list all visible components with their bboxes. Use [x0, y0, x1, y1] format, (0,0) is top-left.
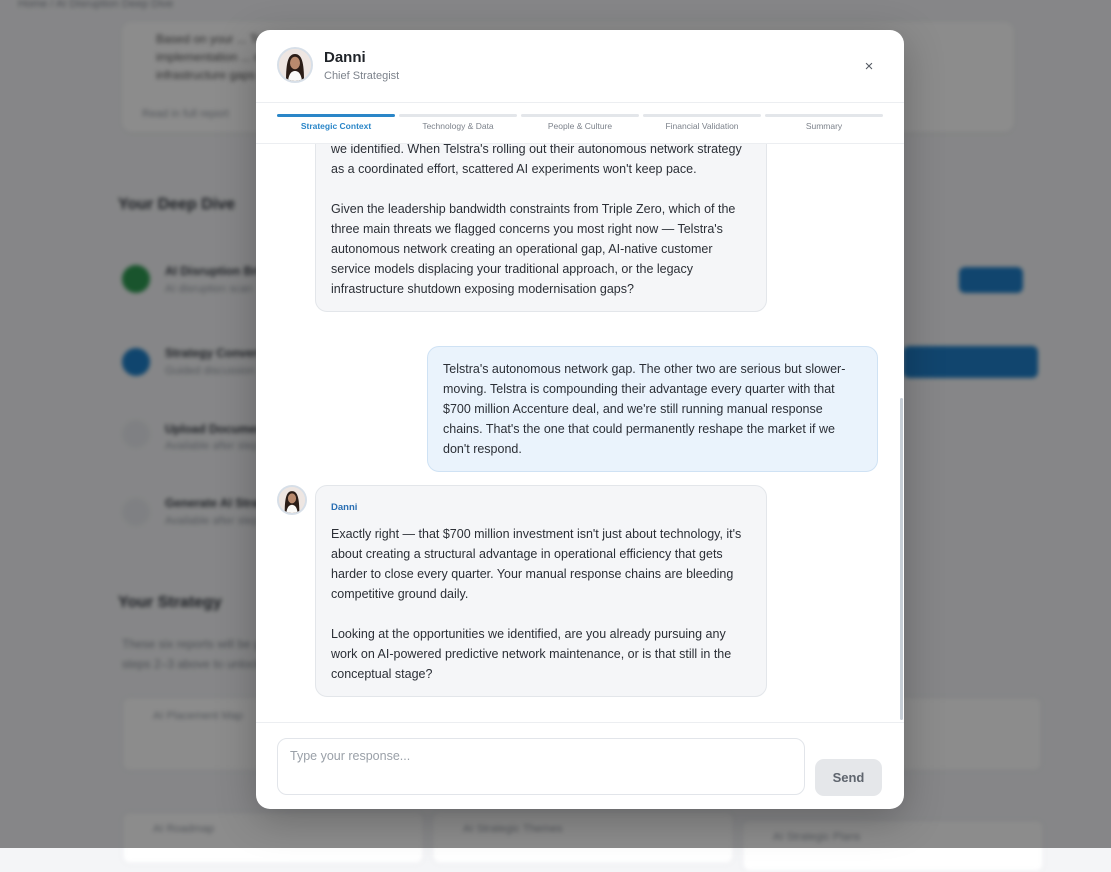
- agent-avatar: [277, 47, 313, 83]
- person-icon: [279, 49, 311, 81]
- agent-avatar: [277, 485, 307, 515]
- chat-scrollbar[interactable]: [900, 398, 903, 720]
- modal-header: Danni Chief Strategist ×: [256, 30, 904, 103]
- tab-progress-bar: [277, 114, 395, 117]
- progress-tabs: Strategic Context Technology & Data Peop…: [277, 114, 883, 144]
- tab-progress-bar: [643, 114, 761, 117]
- agent-name: Danni: [324, 49, 366, 66]
- tab-strategic-context[interactable]: Strategic Context: [277, 114, 395, 144]
- send-button[interactable]: Send: [815, 759, 882, 796]
- user-message: Telstra's autonomous network gap. The ot…: [427, 346, 878, 472]
- composer: Send: [256, 722, 904, 809]
- chat-thread[interactable]: we identified. When Telstra's rolling ou…: [256, 144, 904, 722]
- message-text: Given the leadership bandwidth constrain…: [331, 202, 736, 296]
- tab-financial-validation[interactable]: Financial Validation: [643, 114, 761, 144]
- message-text: Looking at the opportunities we identifi…: [331, 627, 732, 681]
- tab-label: Financial Validation: [665, 121, 739, 131]
- tab-label: Technology & Data: [422, 121, 494, 131]
- person-icon: [279, 487, 305, 513]
- response-input[interactable]: [277, 738, 805, 795]
- tab-progress-bar: [399, 114, 517, 117]
- tab-label: Strategic Context: [300, 121, 372, 131]
- chat-modal: Danni Chief Strategist × Strategic Conte…: [256, 30, 904, 809]
- assistant-message: we identified. When Telstra's rolling ou…: [315, 144, 767, 312]
- assistant-message: Danni Exactly right — that $700 million …: [315, 485, 767, 697]
- tab-people-culture[interactable]: People & Culture: [521, 114, 639, 144]
- message-text: Exactly right — that $700 million invest…: [331, 527, 742, 601]
- agent-role: Chief Strategist: [324, 70, 400, 82]
- tab-progress-bar: [521, 114, 639, 117]
- tab-label: Summary: [805, 121, 843, 131]
- message-text: Telstra's autonomous network gap. The ot…: [443, 362, 846, 456]
- tab-technology-data[interactable]: Technology & Data: [399, 114, 517, 144]
- message-text: we identified. When Telstra's rolling ou…: [331, 144, 742, 176]
- tab-progress-bar: [765, 114, 883, 117]
- tab-summary[interactable]: Summary: [765, 114, 883, 144]
- tab-label: People & Culture: [547, 121, 613, 131]
- close-icon[interactable]: ×: [857, 56, 881, 80]
- message-sender: Danni: [331, 502, 358, 513]
